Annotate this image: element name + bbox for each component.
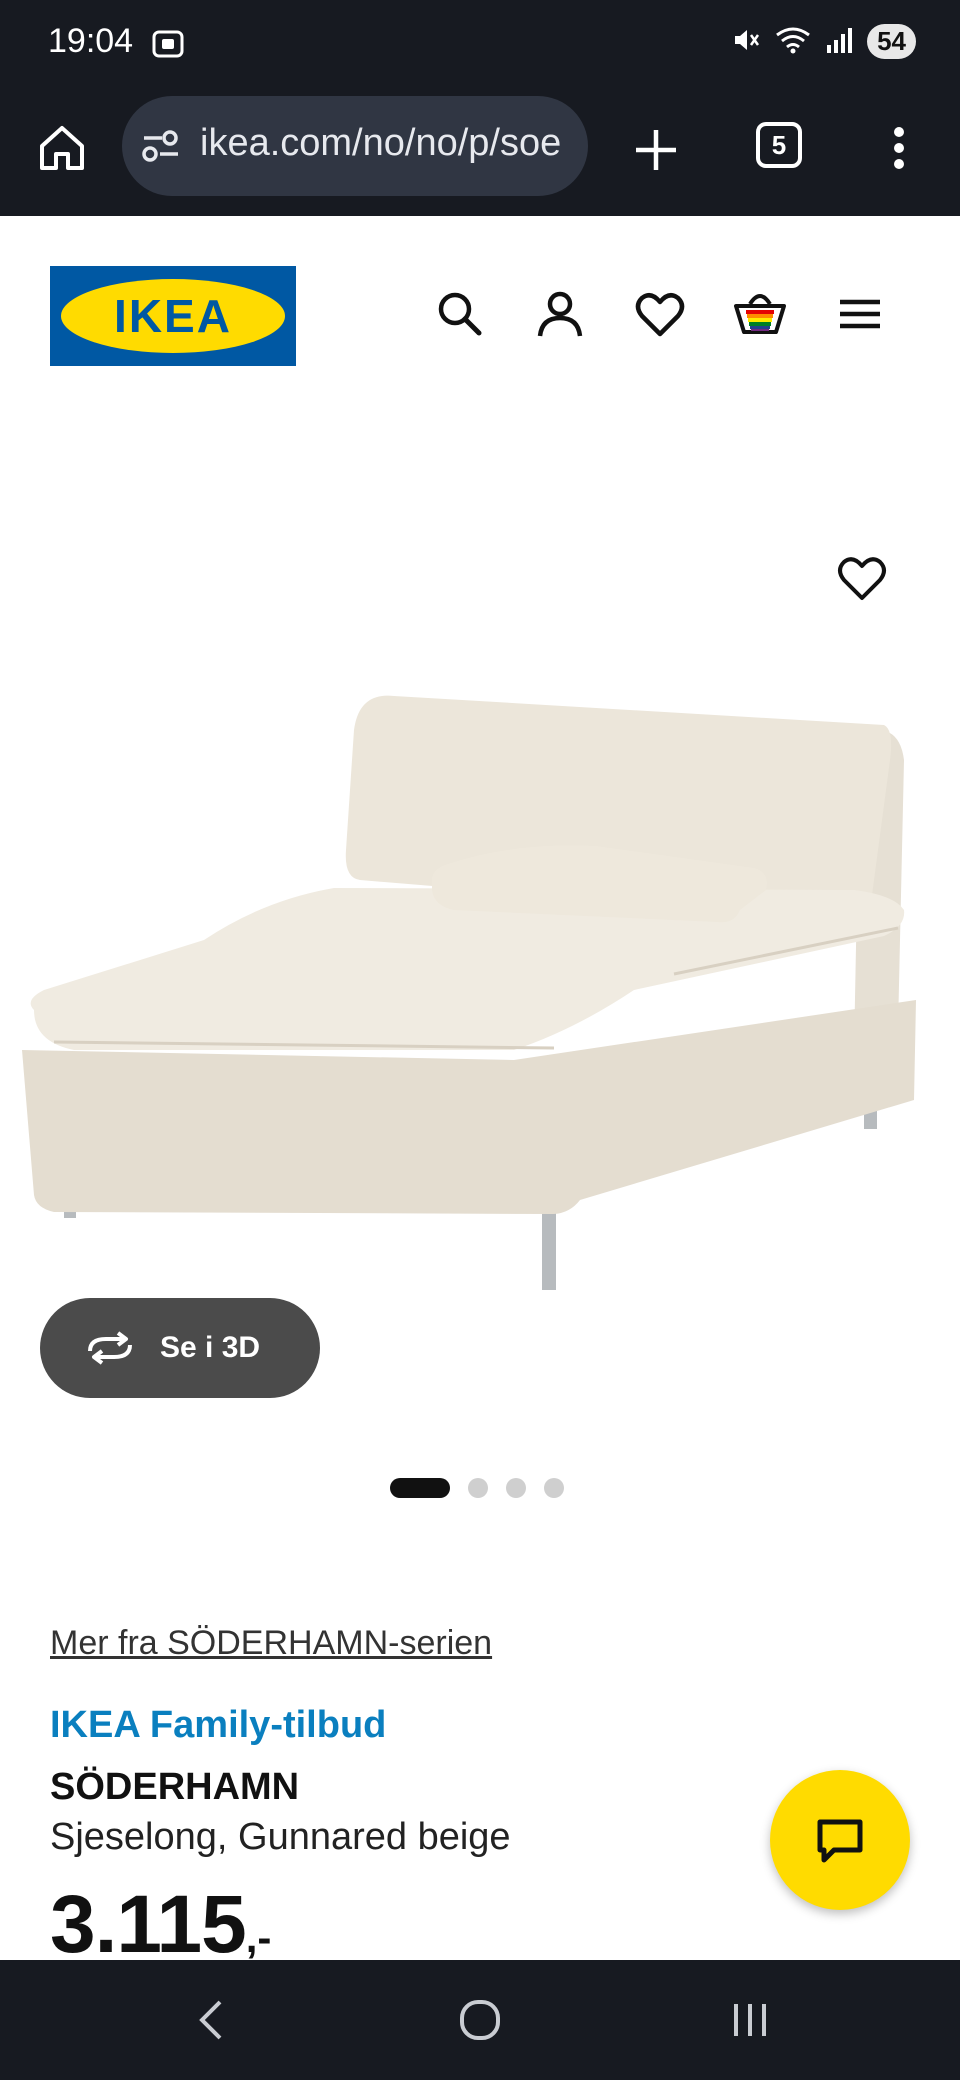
wifi-icon	[775, 25, 811, 59]
product-description: Sjeselong, Gunnared beige	[50, 1816, 511, 1858]
logo-text: IKEA	[114, 290, 232, 342]
heart-icon	[838, 557, 886, 600]
status-time: 19:04	[48, 22, 134, 60]
back-button[interactable]	[182, 1990, 242, 2050]
signal-icon	[825, 25, 853, 59]
cart-icon	[734, 294, 786, 334]
address-bar[interactable]: ikea.com/no/no/p/soe	[122, 96, 588, 196]
plus-icon	[636, 130, 676, 170]
browser-menu-button[interactable]	[884, 118, 914, 178]
price-number: 3.115	[50, 1879, 247, 1970]
status-bar: 19:04 54	[0, 0, 960, 92]
home-icon	[40, 126, 84, 170]
browser-home-button[interactable]	[32, 118, 92, 178]
home-circle-icon	[460, 2000, 500, 2040]
wishlist-button[interactable]	[632, 286, 688, 342]
recents-icon	[734, 2004, 766, 2036]
product-price: 3.115,-	[50, 1878, 271, 1972]
cart-button[interactable]	[732, 286, 788, 342]
battery-level: 54	[867, 24, 916, 59]
new-tab-button[interactable]	[628, 122, 684, 178]
family-offer-label: IKEA Family-tilbud	[50, 1704, 387, 1746]
search-icon	[438, 292, 482, 336]
gallery-dot-active[interactable]	[390, 1478, 450, 1498]
recents-button[interactable]	[720, 1990, 780, 2050]
browser-toolbar: ikea.com/no/no/p/soe 5	[0, 92, 960, 216]
gallery-dot[interactable]	[506, 1478, 526, 1498]
series-link[interactable]: Mer fra SÖDERHAMN-serien	[50, 1624, 492, 1663]
chat-icon	[817, 1819, 863, 1863]
more-vert-icon	[894, 127, 904, 169]
view-in-3d-button[interactable]: Se i 3D	[40, 1298, 320, 1398]
main-menu-button[interactable]	[832, 286, 888, 342]
status-icons: 54	[731, 24, 916, 59]
url-text: ikea.com/no/no/p/soe	[200, 122, 562, 164]
ikea-logo[interactable]: IKEA	[50, 266, 296, 366]
hamburger-menu-icon	[840, 299, 880, 329]
heart-icon	[635, 293, 685, 337]
account-icon	[537, 291, 583, 337]
gallery-pagination	[390, 1478, 564, 1498]
product-name: SÖDERHAMN	[50, 1766, 300, 1808]
search-button[interactable]	[432, 286, 488, 342]
tab-switcher-button[interactable]: 5	[756, 122, 802, 168]
price-suffix: ,-	[245, 1914, 272, 1961]
gallery-dot[interactable]	[544, 1478, 564, 1498]
system-nav-bar	[0, 1960, 960, 2080]
account-button[interactable]	[532, 286, 588, 342]
add-to-wishlist-button[interactable]	[832, 550, 892, 606]
gallery-dot[interactable]	[468, 1478, 488, 1498]
rotate-3d-icon	[88, 1331, 132, 1365]
mute-icon	[731, 25, 761, 59]
home-nav-button[interactable]	[450, 1990, 510, 2050]
site-settings-icon[interactable]	[140, 126, 182, 170]
screenshot-icon	[150, 26, 186, 66]
back-icon	[199, 2000, 222, 2040]
view-in-3d-label: Se i 3D	[160, 1331, 261, 1364]
product-image[interactable]	[14, 610, 944, 1300]
chat-button[interactable]	[770, 1770, 910, 1910]
